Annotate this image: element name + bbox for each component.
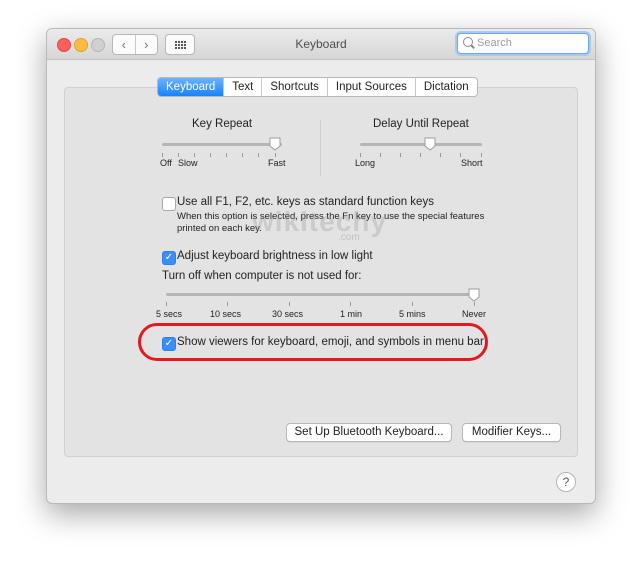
fn-keys-description-line2: printed on each key. <box>177 223 262 234</box>
key-repeat-label-fast: Fast <box>268 158 286 168</box>
turn-off-label-10secs: 10 secs <box>210 309 242 319</box>
fn-keys-checkbox[interactable] <box>162 197 176 211</box>
title-bar: ‹ › Keyboard Search <box>47 29 595 60</box>
turn-off-label-never: Never <box>462 309 487 319</box>
watermark-domain: .com <box>338 232 360 243</box>
search-icon <box>463 37 473 47</box>
tab-text[interactable]: Text <box>223 78 261 96</box>
section-divider <box>320 120 321 176</box>
setup-bluetooth-keyboard-button[interactable]: Set Up Bluetooth Keyboard... <box>286 423 452 442</box>
delay-slider-knob[interactable] <box>424 137 436 151</box>
turn-off-track <box>166 293 476 296</box>
watermark: wikitechy <box>252 206 388 237</box>
turn-off-label-5secs: 5 secs <box>156 309 183 319</box>
key-repeat-ticks <box>162 153 282 157</box>
turn-off-ticks <box>166 302 476 306</box>
highlight-ring <box>138 323 488 361</box>
turn-off-slider-knob[interactable] <box>468 288 480 302</box>
search-field[interactable]: Search <box>457 33 589 54</box>
turn-off-label: Turn off when computer is not used for: <box>162 270 362 282</box>
tab-dictation[interactable]: Dictation <box>414 78 477 96</box>
key-repeat-slider-knob[interactable] <box>269 137 281 151</box>
key-repeat-label-slow: Slow <box>178 158 198 168</box>
key-repeat-label-off: Off <box>160 158 172 168</box>
tab-keyboard[interactable]: Keyboard <box>158 78 224 96</box>
turn-off-label-5mins: 5 mins <box>399 309 426 319</box>
tab-shortcuts[interactable]: Shortcuts <box>261 78 327 96</box>
key-repeat-track <box>162 143 282 146</box>
brightness-checkbox[interactable]: ✓ <box>162 251 176 265</box>
delay-ticks <box>360 153 482 157</box>
delay-until-repeat-title: Delay Until Repeat <box>373 118 469 130</box>
search-placeholder: Search <box>477 37 512 49</box>
tab-bar: Keyboard Text Shortcuts Input Sources Di… <box>157 77 478 97</box>
modifier-keys-button[interactable]: Modifier Keys... <box>462 423 561 442</box>
turn-off-label-1min: 1 min <box>340 309 363 319</box>
delay-label-long: Long <box>355 158 376 168</box>
delay-label-short: Short <box>461 158 483 168</box>
tab-input-sources[interactable]: Input Sources <box>326 78 415 96</box>
turn-off-label-30secs: 30 secs <box>272 309 304 319</box>
key-repeat-title: Key Repeat <box>192 118 253 130</box>
help-button[interactable]: ? <box>556 472 576 492</box>
brightness-label[interactable]: Adjust keyboard brightness in low light <box>177 250 373 262</box>
delay-track <box>360 143 482 146</box>
